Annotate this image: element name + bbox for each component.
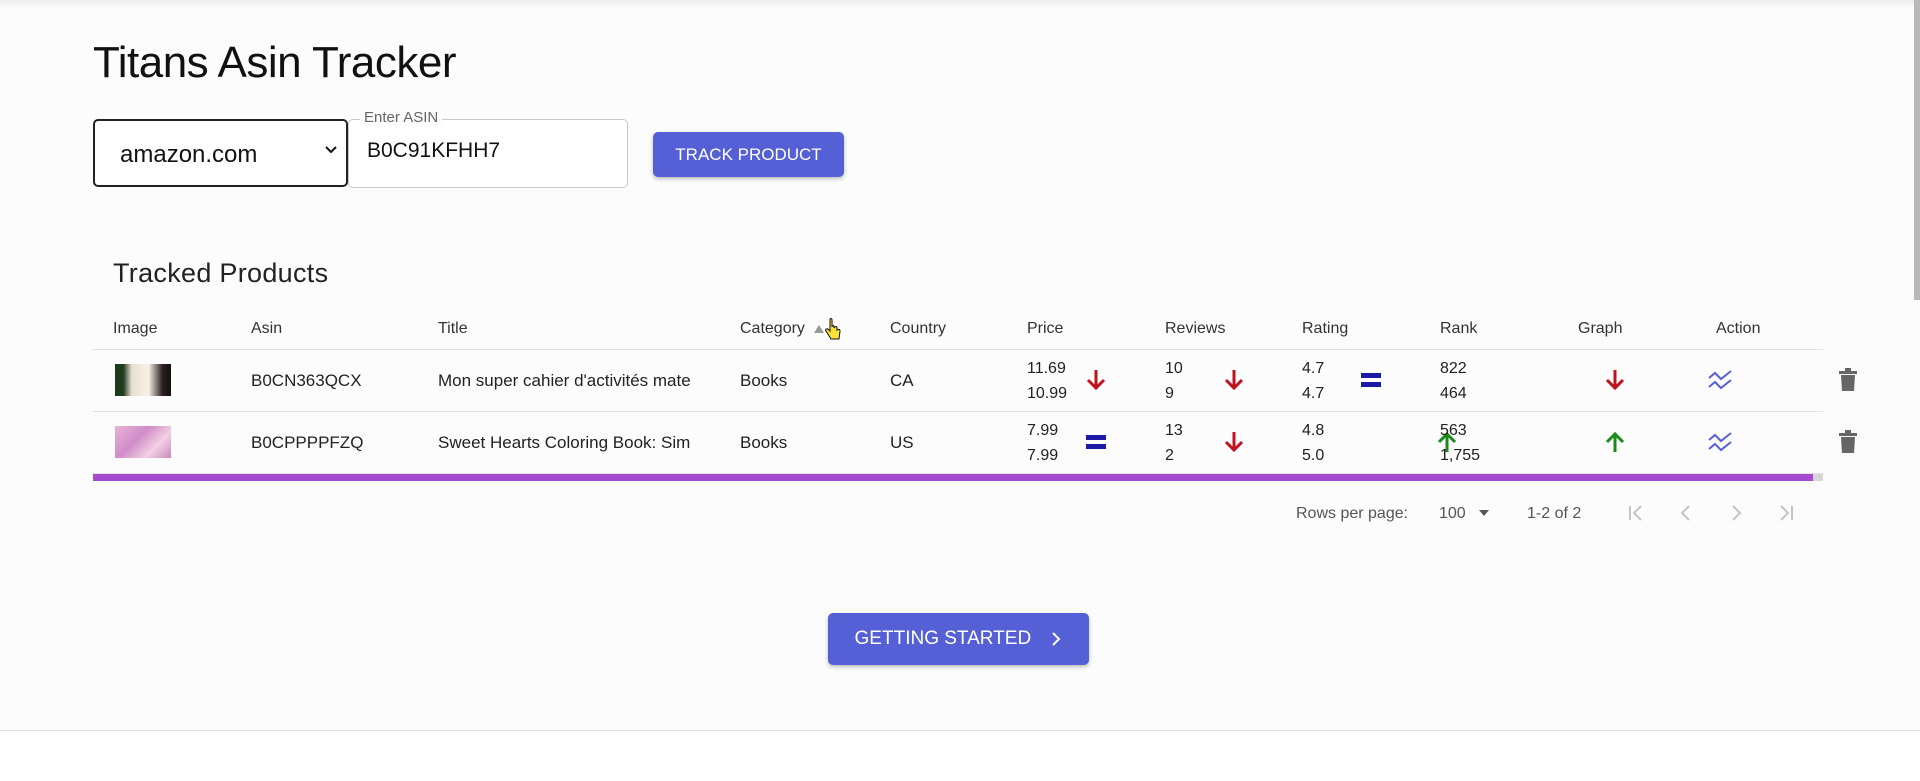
marketplace-value: amazon.com xyxy=(120,141,258,168)
country-cell: CA xyxy=(890,371,914,390)
table-header: Image Asin Title Category Country Price … xyxy=(93,310,1823,350)
equal-icon xyxy=(1361,373,1381,387)
tracked-products-table: Image Asin Title Category Country Price … xyxy=(93,310,1857,481)
header-price[interactable]: Price xyxy=(1027,320,1063,338)
rank-new: 464 xyxy=(1440,385,1467,402)
price-cell: 7.99 7.99 xyxy=(1027,418,1058,468)
reviews-old: 10 xyxy=(1165,360,1183,377)
arrow-up-icon xyxy=(1605,431,1625,452)
caret-down-icon xyxy=(1479,510,1490,516)
rows-per-page-label: Rows per page: xyxy=(1296,505,1409,522)
equal-icon xyxy=(1086,435,1106,449)
arrow-down-icon xyxy=(1086,370,1106,391)
table-horizontal-scrollbar[interactable] xyxy=(93,474,1823,481)
product-image[interactable] xyxy=(115,426,171,458)
track-product-button[interactable]: TRACK PRODUCT xyxy=(653,132,844,177)
price-cell: 11.69 10.99 xyxy=(1027,356,1067,406)
bottom-panel xyxy=(0,730,1920,781)
reviews-old: 13 xyxy=(1165,422,1183,439)
product-image[interactable] xyxy=(115,364,171,396)
rating-new: 5.0 xyxy=(1302,447,1325,464)
rank-cell: 563 1,755 xyxy=(1440,418,1480,468)
trash-icon[interactable] xyxy=(1838,368,1858,392)
asin-cell: B0CN363QCX xyxy=(251,371,362,390)
reviews-new: 2 xyxy=(1165,447,1174,464)
section-title: Tracked Products xyxy=(113,258,329,288)
header-category-label: Category xyxy=(740,320,805,337)
title-cell: Sweet Hearts Coloring Book: Sim xyxy=(438,433,691,452)
arrow-down-icon xyxy=(1224,432,1244,453)
chevron-down-icon xyxy=(325,146,337,154)
rank-cell: 822 464 xyxy=(1440,356,1467,406)
arrow-down-icon xyxy=(1224,370,1244,391)
marketplace-select[interactable]: amazon.com xyxy=(93,119,348,187)
top-shadow xyxy=(0,0,1920,8)
getting-started-label: GETTING STARTED xyxy=(854,628,1032,649)
header-asin[interactable]: Asin xyxy=(251,320,282,338)
graph-icon[interactable] xyxy=(1707,430,1733,454)
pointer-cursor-icon xyxy=(825,318,841,340)
price-old: 11.69 xyxy=(1027,360,1066,377)
getting-started-button[interactable]: GETTING STARTED xyxy=(828,613,1089,665)
asin-input[interactable] xyxy=(365,138,609,164)
rating-old: 4.8 xyxy=(1302,422,1325,439)
table-row[interactable]: B0CPPPPFZQ Sweet Hearts Coloring Book: S… xyxy=(93,412,1857,474)
pagination-range: 1-2 of 2 xyxy=(1527,505,1582,522)
rating-new: 4.7 xyxy=(1302,385,1325,402)
trash-icon[interactable] xyxy=(1838,430,1858,454)
header-title[interactable]: Title xyxy=(438,320,468,338)
asin-cell: B0CPPPPFZQ xyxy=(251,433,364,452)
header-graph[interactable]: Graph xyxy=(1578,320,1622,338)
rows-per-page-value: 100 xyxy=(1439,505,1466,522)
price-old: 7.99 xyxy=(1027,422,1059,439)
table-row[interactable]: B0CN363QCX Mon super cahier d'activités … xyxy=(93,350,1857,412)
header-rating[interactable]: Rating xyxy=(1302,320,1348,338)
price-new: 7.99 xyxy=(1027,447,1059,464)
chevron-right-icon xyxy=(1052,632,1061,646)
rating-old: 4.7 xyxy=(1302,360,1325,377)
rank-old: 822 xyxy=(1440,360,1467,377)
asin-field-label: Enter ASIN xyxy=(360,109,443,126)
reviews-cell: 13 2 xyxy=(1165,418,1183,468)
country-cell: US xyxy=(890,433,914,452)
header-action[interactable]: Action xyxy=(1716,320,1760,338)
arrow-down-icon xyxy=(1605,370,1625,391)
previous-page-icon[interactable] xyxy=(1676,501,1696,525)
header-rank[interactable]: Rank xyxy=(1440,320,1477,338)
rank-new: 1,755 xyxy=(1440,447,1481,464)
header-reviews[interactable]: Reviews xyxy=(1165,320,1225,338)
graph-icon[interactable] xyxy=(1707,368,1733,392)
header-category[interactable]: Category xyxy=(740,320,825,338)
reviews-new: 9 xyxy=(1165,385,1174,402)
last-page-icon[interactable] xyxy=(1776,501,1796,525)
header-image[interactable]: Image xyxy=(113,320,157,338)
next-page-icon[interactable] xyxy=(1726,501,1746,525)
app-title: Titans Asin Tracker xyxy=(93,38,457,87)
title-cell: Mon super cahier d'activités mate xyxy=(438,371,691,390)
scrollbar-thumb[interactable] xyxy=(93,474,1813,481)
rating-cell: 4.7 4.7 xyxy=(1302,356,1324,406)
rating-cell: 4.8 5.0 xyxy=(1302,418,1324,468)
category-cell: Books xyxy=(740,433,788,452)
header-country[interactable]: Country xyxy=(890,320,946,338)
page-scrollbar[interactable] xyxy=(1914,0,1920,300)
price-new: 10.99 xyxy=(1027,385,1068,402)
rows-per-page-select[interactable]: 100 xyxy=(1439,505,1490,523)
rank-old: 563 xyxy=(1440,422,1467,439)
reviews-cell: 10 9 xyxy=(1165,356,1183,406)
category-cell: Books xyxy=(740,371,788,390)
first-page-icon[interactable] xyxy=(1626,501,1646,525)
asin-field[interactable]: Enter ASIN xyxy=(348,109,628,188)
